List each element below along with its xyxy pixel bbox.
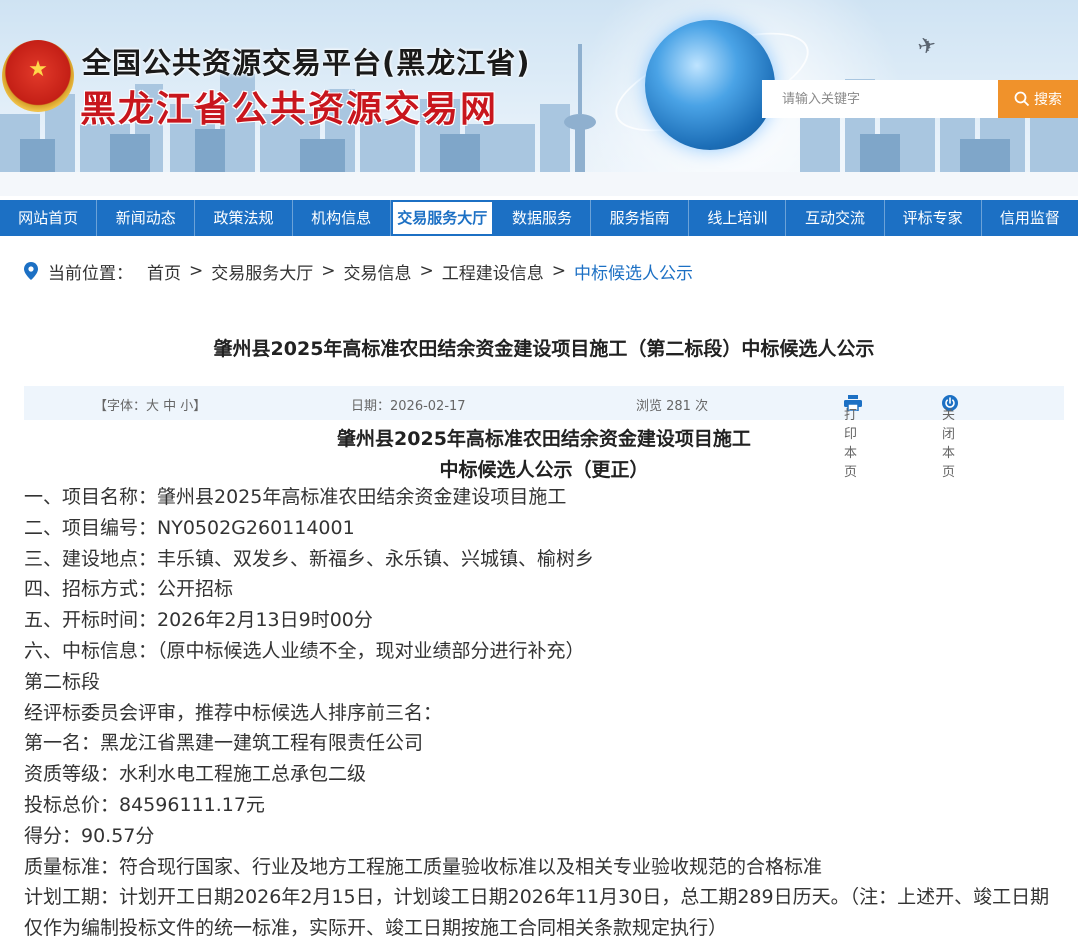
construction-site-line: 三、建设地点：丰乐镇、双发乡、新福乡、永乐镇、兴城镇、榆树乡: [24, 547, 595, 570]
breadcrumb: 当前位置： 首页 > 交易服务大厅 > 交易信息 > 工程建设信息 > 中标候选…: [24, 258, 693, 284]
breadcrumb-current[interactable]: 中标候选人公示: [574, 259, 693, 284]
nav-item-institutions[interactable]: 机构信息: [293, 200, 391, 236]
article-title: 肇州县2025年高标准农田结余资金建设项目施工（第二标段）中标候选人公示: [213, 338, 875, 360]
tender-method-line: 四、招标方式：公开招标: [24, 578, 234, 601]
breadcrumb-prefix: 当前位置：: [48, 263, 133, 284]
award-info-line: 六、中标信息：（原中标候选人业绩不全，现对业绩部分进行补充）: [24, 639, 585, 662]
breadcrumb-trading-hall[interactable]: 交易服务大厅: [211, 259, 313, 284]
location-pin-icon: [24, 262, 38, 280]
score-line: 得分：90.57分: [24, 824, 155, 847]
search-input[interactable]: [762, 80, 998, 118]
quality-standard-line: 质量标准：符合现行国家、行业及地方工程施工质量验收标准以及相关专业验收规范的合格…: [24, 855, 823, 878]
search-button-label: 搜索: [1034, 92, 1062, 108]
project-number-line: 二、项目编号：NY0502G260114001: [24, 516, 355, 539]
nav-item-interaction[interactable]: 互动交流: [786, 200, 885, 236]
nav-item-data-services[interactable]: 数据服务: [494, 200, 592, 236]
breadcrumb-engineering-info[interactable]: 工程建设信息: [442, 259, 544, 284]
nav-item-home[interactable]: 网站首页: [0, 200, 98, 236]
globe-image: [645, 20, 775, 150]
print-page-button[interactable]: 打印本页: [844, 395, 868, 480]
site-banner: ✈ ★ 全国公共资源交易平台(黑龙江省) 黑龙江省公共资源交易网 搜索: [0, 0, 1078, 196]
breadcrumb-separator: >: [419, 261, 434, 281]
nav-item-service-guide[interactable]: 服务指南: [591, 200, 690, 236]
breadcrumb-home[interactable]: 首页: [147, 259, 181, 284]
first-place-line: 第一名：黑龙江省黑建一建筑工程有限责任公司: [24, 732, 424, 755]
bid-opening-time-line: 五、开标时间：2026年2月13日9时00分: [24, 609, 373, 632]
national-emblem-logo: ★: [2, 40, 74, 112]
article-body: 一、项目名称：肇州县2025年高标准农田结余资金建设项目施工 二、项目编号：NY…: [24, 482, 1064, 944]
breadcrumb-separator: >: [551, 261, 566, 281]
nav-item-trading-hall[interactable]: 交易服务大厅: [390, 200, 494, 236]
evaluation-summary-line: 经评标委员会评审，推荐中标候选人排序前三名：: [24, 701, 443, 724]
section-label: 第二标段: [24, 670, 101, 693]
breadcrumb-trading-info[interactable]: 交易信息: [344, 259, 412, 284]
project-name-line: 一、项目名称：肇州县2025年高标准农田结余资金建设项目施工: [24, 486, 567, 508]
nav-item-credit[interactable]: 信用监督: [982, 200, 1078, 236]
document-heading: 肇州县2025年高标准农田结余资金建设项目施工 中标候选人公示（更正）: [0, 424, 1078, 486]
search-icon: [1014, 91, 1030, 107]
article-info-bar: 【字体：大 中 小】 日期：2026-02-17 浏览 281 次 打印本页 关…: [24, 386, 1064, 480]
main-nav: 网站首页 新闻动态 政策法规 机构信息 交易服务大厅 数据服务 服务指南 线上培…: [0, 200, 1078, 236]
nav-item-online-training[interactable]: 线上培训: [689, 200, 787, 236]
document-heading-line1: 肇州县2025年高标准农田结余资金建设项目施工: [337, 428, 751, 450]
close-page-button[interactable]: 关闭本页: [942, 395, 964, 480]
bid-price-line: 投标总价：84596111.17元: [24, 793, 265, 816]
breadcrumb-separator: >: [189, 261, 204, 281]
search-button[interactable]: 搜索: [998, 80, 1078, 118]
breadcrumb-separator: >: [321, 261, 336, 281]
banner-bottom-band: [0, 172, 1078, 196]
construction-period-paragraph: 计划工期：计划开工日期2026年2月15日，计划竣工日期2026年11月30日，…: [24, 886, 1050, 940]
site-title-line2: 黑龙江省公共资源交易网: [80, 89, 499, 130]
nav-item-news[interactable]: 新闻动态: [97, 200, 196, 236]
nav-item-experts[interactable]: 评标专家: [885, 200, 982, 236]
qualification-line: 资质等级：水利水电工程施工总承包二级: [24, 763, 367, 786]
airplane-icon: ✈: [915, 32, 939, 61]
nav-item-policy[interactable]: 政策法规: [195, 200, 293, 236]
site-title-line1: 全国公共资源交易平台(黑龙江省): [82, 46, 531, 80]
publish-date: 日期：2026-02-17: [351, 399, 466, 414]
font-size-selector[interactable]: 【字体：大 中 小】: [94, 395, 206, 414]
view-count: 浏览 281 次: [636, 399, 709, 414]
